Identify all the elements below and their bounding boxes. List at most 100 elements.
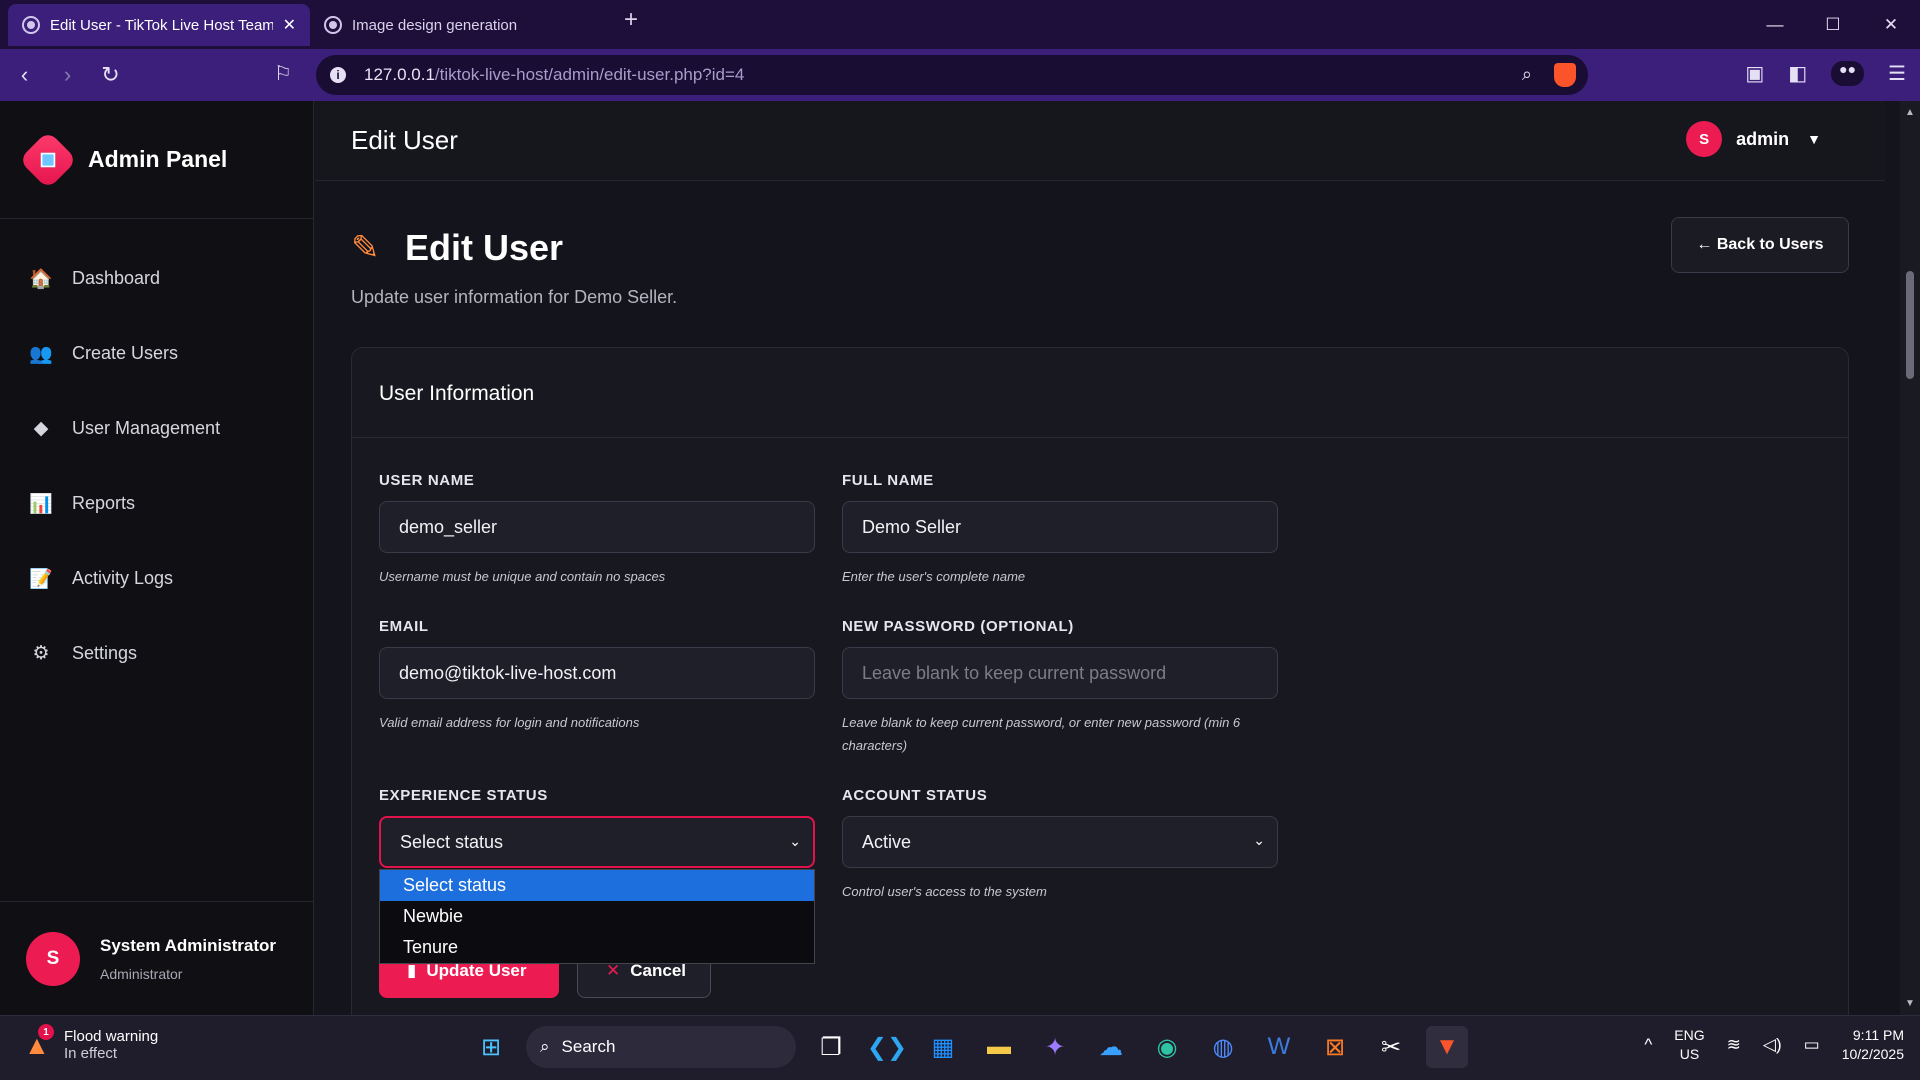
username-field-group: USER NAME demo_seller Username must be u… [379, 472, 815, 588]
new-tab-button[interactable]: + [624, 6, 638, 34]
password-input[interactable]: Leave blank to keep current password [842, 647, 1278, 699]
volume-icon[interactable]: ◁) [1763, 1035, 1782, 1055]
edge-icon[interactable]: ◉ [1146, 1026, 1188, 1068]
pencil-icon: ✎ [351, 229, 380, 267]
brave-shields-icon[interactable] [1554, 63, 1576, 87]
chevron-up-icon[interactable]: ^ [1644, 1035, 1652, 1055]
experience-field-group: EXPERIENCE STATUS Select status ⌄ [379, 787, 815, 868]
username: admin [1736, 128, 1790, 149]
topbar: Edit User S admin ▼ [315, 101, 1885, 181]
chevron-down-icon: ▼ [1807, 131, 1821, 147]
xampp-icon[interactable]: ⊠ [1314, 1026, 1356, 1068]
bookmark-icon[interactable]: ⚐ [274, 61, 292, 86]
dropdown-option[interactable]: Tenure [380, 932, 814, 963]
content-header: ✎ Edit User [351, 227, 563, 269]
language-indicator[interactable]: ENG US [1674, 1026, 1704, 1064]
back-to-users-button[interactable]: ← Back to Users [1671, 217, 1849, 273]
close-window-icon[interactable]: ✕ [1862, 0, 1920, 49]
brave-icon[interactable]: ▼ [1426, 1026, 1468, 1068]
avatar: S [26, 931, 80, 986]
users-icon: 👥 [29, 343, 53, 365]
experience-status-select[interactable]: Select status ⌄ [379, 816, 815, 868]
field-label: NEW PASSWORD (OPTIONAL) [842, 618, 1074, 635]
fullname-input[interactable]: Demo Seller [842, 501, 1278, 553]
field-label: EXPERIENCE STATUS [379, 787, 548, 804]
sidebar-item-user-management[interactable]: ◆ User Management [0, 391, 313, 466]
battery-icon[interactable]: ▭ [1804, 1035, 1820, 1055]
close-tab-icon[interactable]: ✕ [283, 15, 296, 35]
wifi-icon[interactable]: ≋ [1727, 1035, 1741, 1055]
sidebar-user[interactable]: S System Administrator Administrator [0, 901, 314, 1015]
zoom-icon[interactable]: ⌕ [1522, 64, 1532, 85]
reload-icon[interactable]: ↻ [92, 57, 129, 94]
sidebar-item-label: Create Users [72, 343, 179, 363]
user-menu[interactable]: S admin ▼ [1686, 121, 1821, 157]
document-icon: 📝 [29, 568, 53, 590]
sidebar-item-dashboard[interactable]: 🏠 Dashboard [0, 241, 313, 316]
avatar: S [1686, 121, 1723, 157]
weather-subtitle: In effect [64, 1045, 118, 1062]
card-title: User Information [352, 348, 1848, 438]
tab-title: Image design generation [352, 16, 518, 34]
chevron-down-icon: ⌄ [1253, 832, 1265, 848]
sidebar-item-reports[interactable]: 📊 Reports [0, 466, 313, 541]
account-status-select[interactable]: Active ⌄ [842, 816, 1278, 868]
sidebar-item-create-users[interactable]: 👥 Create Users [0, 316, 313, 391]
admin-page: Admin Panel 🏠 Dashboard 👥 Create Users ◆… [0, 101, 1920, 1047]
windows-start-icon[interactable]: ⊞ [470, 1026, 512, 1068]
user-role: Administrator [100, 965, 183, 982]
field-hint: Username must be unique and contain no s… [379, 569, 666, 584]
field-hint: Leave blank to keep current password, or… [842, 715, 1241, 753]
word-icon[interactable]: W [1258, 1026, 1300, 1068]
vscode-icon[interactable]: ❮❯ [866, 1026, 908, 1068]
sidebar-item-settings[interactable]: ⚙ Settings [0, 616, 313, 691]
browser-right-toolbar: ▣ ◧ ●● ☰ [1745, 61, 1906, 86]
browser-tab[interactable]: Image design generation [310, 4, 610, 46]
dropdown-option[interactable]: Select status [380, 870, 814, 901]
sidebar-toggle-icon[interactable]: ◧ [1788, 61, 1807, 86]
maximize-icon[interactable]: ☐ [1804, 0, 1862, 49]
chart-icon: 📊 [29, 493, 53, 515]
scrollbar-thumb[interactable] [1906, 271, 1914, 379]
taskbar-apps: ⊞ ⌕ Search ❐ ❮❯ ▦ ▬ ✦ ☁ ◉ ◍ W ⊠ ✂ ▼ [470, 1026, 1468, 1068]
clock[interactable]: 9:11 PM 10/2/2025 [1842, 1026, 1904, 1064]
back-icon[interactable]: ‹ [6, 57, 43, 94]
menu-icon[interactable]: ☰ [1888, 61, 1906, 86]
page-scrollbar[interactable]: ▲ ▼ [1900, 101, 1920, 1015]
file-explorer-icon[interactable]: ▬ [978, 1026, 1020, 1068]
brand[interactable]: Admin Panel [0, 101, 313, 219]
copilot-icon[interactable]: ✦ [1034, 1026, 1076, 1068]
site-info-icon[interactable]: i [330, 67, 346, 83]
scroll-up-icon[interactable]: ▲ [1905, 107, 1915, 118]
account-field-group: ACCOUNT STATUS Active ⌄ Control user's a… [842, 787, 1278, 903]
globe-icon [22, 16, 40, 34]
username-input[interactable]: demo_seller [379, 501, 815, 553]
wallet-icon[interactable]: ●● [1831, 61, 1865, 86]
cloud-app-icon[interactable]: ☁ [1090, 1026, 1132, 1068]
experience-status-dropdown: Select status Newbie Tenure [379, 869, 815, 964]
screenshot-icon[interactable]: ▣ [1745, 61, 1764, 86]
field-label: FULL NAME [842, 472, 934, 489]
close-icon: ✕ [606, 961, 621, 980]
minimize-icon[interactable]: — [1746, 0, 1804, 49]
messenger-icon[interactable]: ◍ [1202, 1026, 1244, 1068]
field-hint: Control user's access to the system [842, 884, 1047, 899]
browser-tab-active[interactable]: Edit User - TikTok Live Host Team ✕ [8, 4, 310, 46]
dropdown-option[interactable]: Newbie [380, 901, 814, 932]
select-value: Select status [400, 831, 504, 852]
weather-widget[interactable]: ▲ 1 Flood warning In effect [24, 1024, 158, 1062]
url-text[interactable]: 127.0.0.1/tiktok-live-host/admin/edit-us… [364, 65, 744, 85]
sidebar-item-activity-logs[interactable]: 📝 Activity Logs [0, 541, 313, 616]
store-icon[interactable]: ▦ [922, 1026, 964, 1068]
email-input[interactable]: demo@tiktok-live-host.com [379, 647, 815, 699]
task-view-icon[interactable]: ❐ [810, 1026, 852, 1068]
forward-icon[interactable]: › [49, 57, 86, 94]
address-bar[interactable]: i 127.0.0.1/tiktok-live-host/admin/edit-… [316, 55, 1588, 95]
search-label: Search [561, 1037, 616, 1056]
taskbar-search[interactable]: ⌕ Search [526, 1026, 796, 1068]
email-field-group: EMAIL demo@tiktok-live-host.com Valid em… [379, 618, 815, 734]
scroll-down-icon[interactable]: ▼ [1905, 998, 1915, 1009]
capcut-icon[interactable]: ✂ [1370, 1026, 1412, 1068]
sidebar: Admin Panel 🏠 Dashboard 👥 Create Users ◆… [0, 101, 314, 1015]
home-icon: 🏠 [29, 268, 53, 290]
